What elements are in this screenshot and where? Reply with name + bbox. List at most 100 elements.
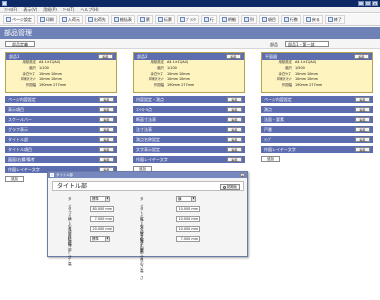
reset-button[interactable]: 初期化 <box>219 184 240 190</box>
section-bar[interactable]: 戸番 編集 <box>261 126 373 133</box>
toolbar-button-0[interactable]: ページ設定 <box>3 15 35 24</box>
field-input[interactable]: 7.000 mm <box>90 216 114 222</box>
section-bar[interactable]: 文字表示設定 編集 <box>133 146 245 153</box>
detail-icon <box>221 17 227 22</box>
menu-view[interactable]: 表示(V) <box>23 7 37 13</box>
toolbar-button-4[interactable]: 総括表 <box>110 15 135 24</box>
section-edit-button[interactable]: 編集 <box>355 137 370 142</box>
page-title: 部品管理 <box>4 29 32 37</box>
section-bar[interactable]: ページ内容設定 編集 <box>261 96 373 103</box>
menu-help[interactable]: ヘルプ(H) <box>80 7 98 13</box>
section-edit-button[interactable]: 編集 <box>227 97 242 102</box>
section-bar[interactable]: 図面/右欄/備考 編集 <box>5 156 117 163</box>
toolbar-button-label: 総括表 <box>119 16 132 22</box>
section-bar[interactable]: 法面・要素 編集 <box>261 116 373 123</box>
add-section-button[interactable]: 追加 <box>5 176 24 182</box>
toolbar-button-6[interactable]: 伝票 <box>154 15 175 24</box>
section-edit-button[interactable]: 編集 <box>227 157 242 162</box>
section-edit-button[interactable]: 編集 <box>227 147 242 152</box>
maximize-button[interactable]: □ <box>365 1 371 6</box>
section-bar[interactable]: 内容設定・測点 編集 <box>133 96 245 103</box>
field-select[interactable]: 標準 ▼ <box>90 196 110 202</box>
section-bar[interactable]: タイトル項目 編集 <box>5 146 117 153</box>
display-label: 部品 <box>270 42 278 47</box>
toolbar-button-12[interactable]: 行数 <box>280 15 301 24</box>
section-edit-button[interactable]: 編集 <box>355 147 370 152</box>
section-edit-button[interactable]: 編集 <box>99 117 114 122</box>
section-edit-button[interactable]: 編集 <box>355 117 370 122</box>
toolbar-button-3[interactable]: 出荷先 <box>84 15 109 24</box>
menu-bar: ﾌｧｲﾙ(F) 表示(V) 用紙(P) ﾂｰﾙ(T) ヘルプ(H) <box>0 7 380 13</box>
section-edit-button[interactable]: 編集 <box>355 127 370 132</box>
field-value: 10.000 mm <box>178 227 198 231</box>
dialog-close-button[interactable]: ✕ <box>240 173 245 178</box>
section-bar-label: 測点名称設定 <box>136 137 160 142</box>
toolbar-button-11[interactable]: 項目 <box>258 15 279 24</box>
section-bar[interactable]: タイトル部 編集 <box>5 136 117 143</box>
section-bar[interactable]: ページ内容設定 編集 <box>5 96 117 103</box>
toolbar-button-7[interactable]: ﾌﾞﾗﾝｸ <box>176 15 199 24</box>
minimize-button[interactable]: _ <box>358 1 364 6</box>
spec-key: 作図幅 <box>25 83 36 88</box>
field-input[interactable]: 7.000 mm <box>176 236 200 242</box>
section-bar[interactable]: 法寸法表 編集 <box>133 126 245 133</box>
field-input[interactable]: 20.000 mm <box>90 226 114 232</box>
section-bar[interactable]: ﾗﾝﾌﾟ 編集 <box>261 136 373 143</box>
field-select[interactable]: 横 ▼ <box>176 196 196 202</box>
row-icon <box>203 17 209 22</box>
field-input[interactable]: 80.000 mm <box>90 206 114 212</box>
section-edit-button[interactable]: 編集 <box>355 97 370 102</box>
section-bar-label: ﾗﾝﾌﾟ <box>264 137 272 142</box>
toolbar-button-14[interactable]: 終了 <box>324 15 345 24</box>
section-edit-button[interactable]: 編集 <box>99 137 114 142</box>
section-bar-label: 法面・要素 <box>264 117 284 122</box>
menu-file[interactable]: ﾌｧｲﾙ(F) <box>4 7 17 13</box>
section-edit-button[interactable]: 編集 <box>99 147 114 152</box>
field-input[interactable]: 10.000 mm <box>176 206 200 212</box>
section-bar[interactable]: 表示項目 編集 <box>5 106 117 113</box>
section-bar[interactable]: 作図レイヤー文字 編集 <box>261 146 373 153</box>
menu-tools[interactable]: ﾂｰﾙ(T) <box>63 7 75 13</box>
section-edit-button[interactable]: 編集 <box>227 107 242 112</box>
toolbar-button-9[interactable]: 明細 <box>218 15 239 24</box>
section-edit-button[interactable]: 編集 <box>227 117 242 122</box>
section-bar[interactable]: 断面寸法表 編集 <box>133 116 245 123</box>
toolbar-button-8[interactable]: 行 <box>200 15 217 24</box>
menu-paper[interactable]: 用紙(P) <box>43 7 57 13</box>
toolbar-button-5[interactable]: 票 <box>136 15 153 24</box>
dialog-title-bar[interactable]: タイトル部 ✕ <box>48 172 247 178</box>
section-edit-button[interactable]: 編集 <box>99 127 114 132</box>
field-input[interactable]: 10.000 mm <box>176 226 200 232</box>
section-bar[interactable]: 測点 編集 <box>261 106 373 113</box>
spec-edit-button[interactable]: 編集 <box>98 54 113 59</box>
field-value: 10.000 mm <box>178 217 198 221</box>
section-bar[interactable]: 作図レイヤー文字 編集 <box>133 156 245 163</box>
display-select[interactable]: 部品1 - 第一部 <box>285 41 329 47</box>
spec-edit-button[interactable]: 編集 <box>354 54 369 59</box>
section-bar-label: 作図レイヤー文字 <box>136 157 168 162</box>
section-bar[interactable]: スケールバー 編集 <box>5 116 117 123</box>
toolbar-button-1[interactable]: 印刷 <box>36 15 57 24</box>
section-edit-button[interactable]: 編集 <box>99 97 114 102</box>
section-edit-button[interactable]: 編集 <box>99 157 114 162</box>
section-edit-button[interactable]: 編集 <box>227 127 242 132</box>
field-input[interactable]: 10.000 mm <box>176 216 200 222</box>
section-edit-button[interactable]: 編集 <box>355 107 370 112</box>
section-bar[interactable]: 測点名称設定 編集 <box>133 136 245 143</box>
blank-icon <box>179 17 185 22</box>
voucher-icon <box>157 17 163 22</box>
spec-edit-button[interactable]: 編集 <box>226 54 241 59</box>
parts-definition-button[interactable]: 部品定義 <box>5 41 35 47</box>
toolbar-button-2[interactable]: 入荷元 <box>58 15 83 24</box>
section-bar[interactable]: ｺﾝﾄﾛｰﾙ点 編集 <box>133 106 245 113</box>
toolbar-button-label: 伝票 <box>163 16 172 22</box>
toolbar-button-label: 行数 <box>289 16 298 22</box>
section-edit-button[interactable]: 編集 <box>227 137 242 142</box>
section-bar[interactable]: グラフ表示 編集 <box>5 126 117 133</box>
close-button[interactable]: ✕ <box>372 1 378 6</box>
add-section-button[interactable]: 追加 <box>261 156 280 162</box>
toolbar-button-13[interactable]: 戻る <box>302 15 323 24</box>
field-select[interactable]: 標準 ▼ <box>90 236 110 242</box>
toolbar-button-10[interactable]: 列 <box>240 15 257 24</box>
section-edit-button[interactable]: 編集 <box>99 107 114 112</box>
